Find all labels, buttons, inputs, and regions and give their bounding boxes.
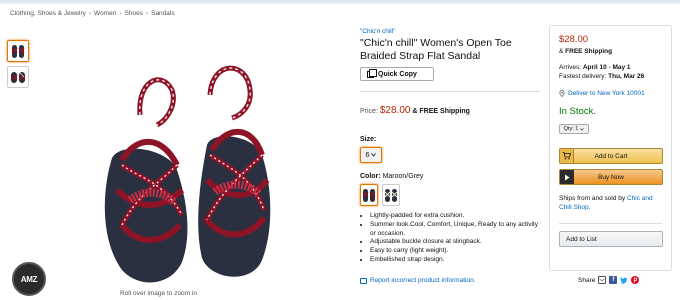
swatch-alternate[interactable] [382,184,400,206]
buybox-free-shipping: & FREE Shipping [559,48,662,55]
sandal-pair-illustration [104,65,271,283]
size-value: 6 [365,151,370,159]
product-info: "Chic'n chill" "Chic'n chill" Women's Op… [360,28,540,265]
buybox-price: $28.00 [559,34,589,45]
deliver-to-link[interactable]: Deliver to New York 10001 [559,90,662,97]
ships-from-text: Ships from and sold by [559,195,626,202]
chevron-down-icon [371,153,377,157]
arrives-label: Arrives: [559,64,582,71]
breadcrumb-shoes[interactable]: Shoes [125,10,143,17]
play-icon [560,170,574,184]
top-banner-accent [0,0,680,2]
divider [559,223,662,224]
size-label: Size: [360,136,377,143]
chat-bubble-icon [360,277,367,284]
price-label: Price: [360,108,378,115]
add-to-list-label: Add to List [566,235,597,243]
buybox-free-prefix: & [559,48,564,55]
location-pin-icon [559,90,565,97]
breadcrumb-separator: › [119,10,122,17]
breadcrumb-women[interactable]: Women [94,10,116,17]
seller-logo-text: AMZ [20,274,38,284]
quick-copy-button[interactable]: Quick Copy [360,67,434,81]
stock-status: In Stock. [559,106,596,117]
breadcrumb-separator: › [88,10,92,17]
add-to-cart-button[interactable]: Add to Cart [559,148,663,164]
quantity-value: Qty: 1 [563,126,579,132]
feature-bullet: Lightly-padded for extra cushion. [370,212,540,221]
sandal-swatch-maroon-icon [362,189,376,202]
quantity-dropdown[interactable]: Qty: 1 [559,124,589,134]
buy-now-label: Buy Now [597,173,624,181]
feature-bullets: Lightly-padded for extra cushion. Summer… [360,212,540,265]
email-icon[interactable] [598,276,607,284]
quick-copy-label: Quick Copy [378,70,417,78]
twitter-icon[interactable] [620,276,628,284]
feature-bullet: Adjustable buckle closure at slingback. [370,238,540,247]
thumbnail-image-2[interactable] [7,66,29,88]
fastest-label: Fastest delivery: [559,73,607,80]
main-product-image[interactable] [82,40,292,285]
arrives-dates: April 10 - May 1 [582,64,631,71]
feature-bullet: Easy to carry (light weight). [370,247,540,256]
report-incorrect-info-link[interactable]: Report incorrect product information. [360,277,476,284]
free-shipping-text: & FREE Shipping [412,108,470,115]
size-dropdown[interactable]: 6 [360,147,382,163]
breadcrumb-clothing[interactable]: Clothing, Shoes & Jewelry [10,10,86,17]
report-link-text: Report incorrect product information. [370,277,476,284]
chevron-down-icon [580,127,585,131]
divider [360,91,540,92]
product-price: $28.00 [379,105,411,116]
buybox-free-shipping-label: FREE Shipping [565,48,613,55]
sandal-side-thumbnail-icon [10,72,26,83]
share-bar: Share f p [578,276,640,284]
facebook-icon[interactable]: f [609,276,618,284]
arrival-estimate: Arrives: April 10 - May 1 Fastest delive… [559,63,662,81]
thumbnail-strip [7,40,29,92]
breadcrumb-sandals[interactable]: Sandals [151,10,175,17]
top-banner-strip [0,0,680,4]
breadcrumb-separator: › [145,10,149,17]
cart-icon [560,149,574,163]
pinterest-icon[interactable]: p [631,276,640,284]
add-to-cart-label: Add to Cart [594,152,628,160]
thumbnail-image-1[interactable] [7,40,29,62]
deliver-to-text: Deliver to New York 10001 [568,90,645,97]
zoom-hint: Roll over image to zoom in [120,290,197,297]
product-title: "Chic'n chill" Women's Open Toe Braided … [360,37,512,62]
add-to-list-button[interactable]: Add to List [559,231,663,247]
color-label: Color: [360,173,381,180]
color-value: Maroon/Grey [382,173,424,180]
feature-bullet: Embellished strap design. [370,256,540,265]
feature-bullet: Summer look.Cool, Comfort, Unique, Ready… [370,221,540,239]
color-line: Color: Maroon/Grey [360,173,540,180]
buy-box: $28.00 & FREE Shipping Arrives: April 10… [549,25,672,271]
ships-from-info: Ships from and sold by Chic and Chill Sh… [559,194,662,212]
color-swatches [360,184,540,206]
price-line: Price: $28.00 & FREE Shipping [360,105,540,116]
fastest-date: Thu, Mar 26 [608,73,645,80]
swatch-maroon-grey[interactable] [360,184,378,206]
seller-logo-badge: AMZ [12,262,46,296]
sandal-pair-thumbnail-icon [11,45,25,58]
brand-link[interactable]: "Chic'n chill" [360,28,540,35]
copy-icon [367,68,377,78]
buy-now-button[interactable]: Buy Now [559,169,663,185]
sandal-swatch-alt-icon [384,189,398,202]
breadcrumb: Clothing, Shoes & Jewelry › Women › Shoes › Sa… [10,10,175,17]
share-label: Share [578,276,596,284]
